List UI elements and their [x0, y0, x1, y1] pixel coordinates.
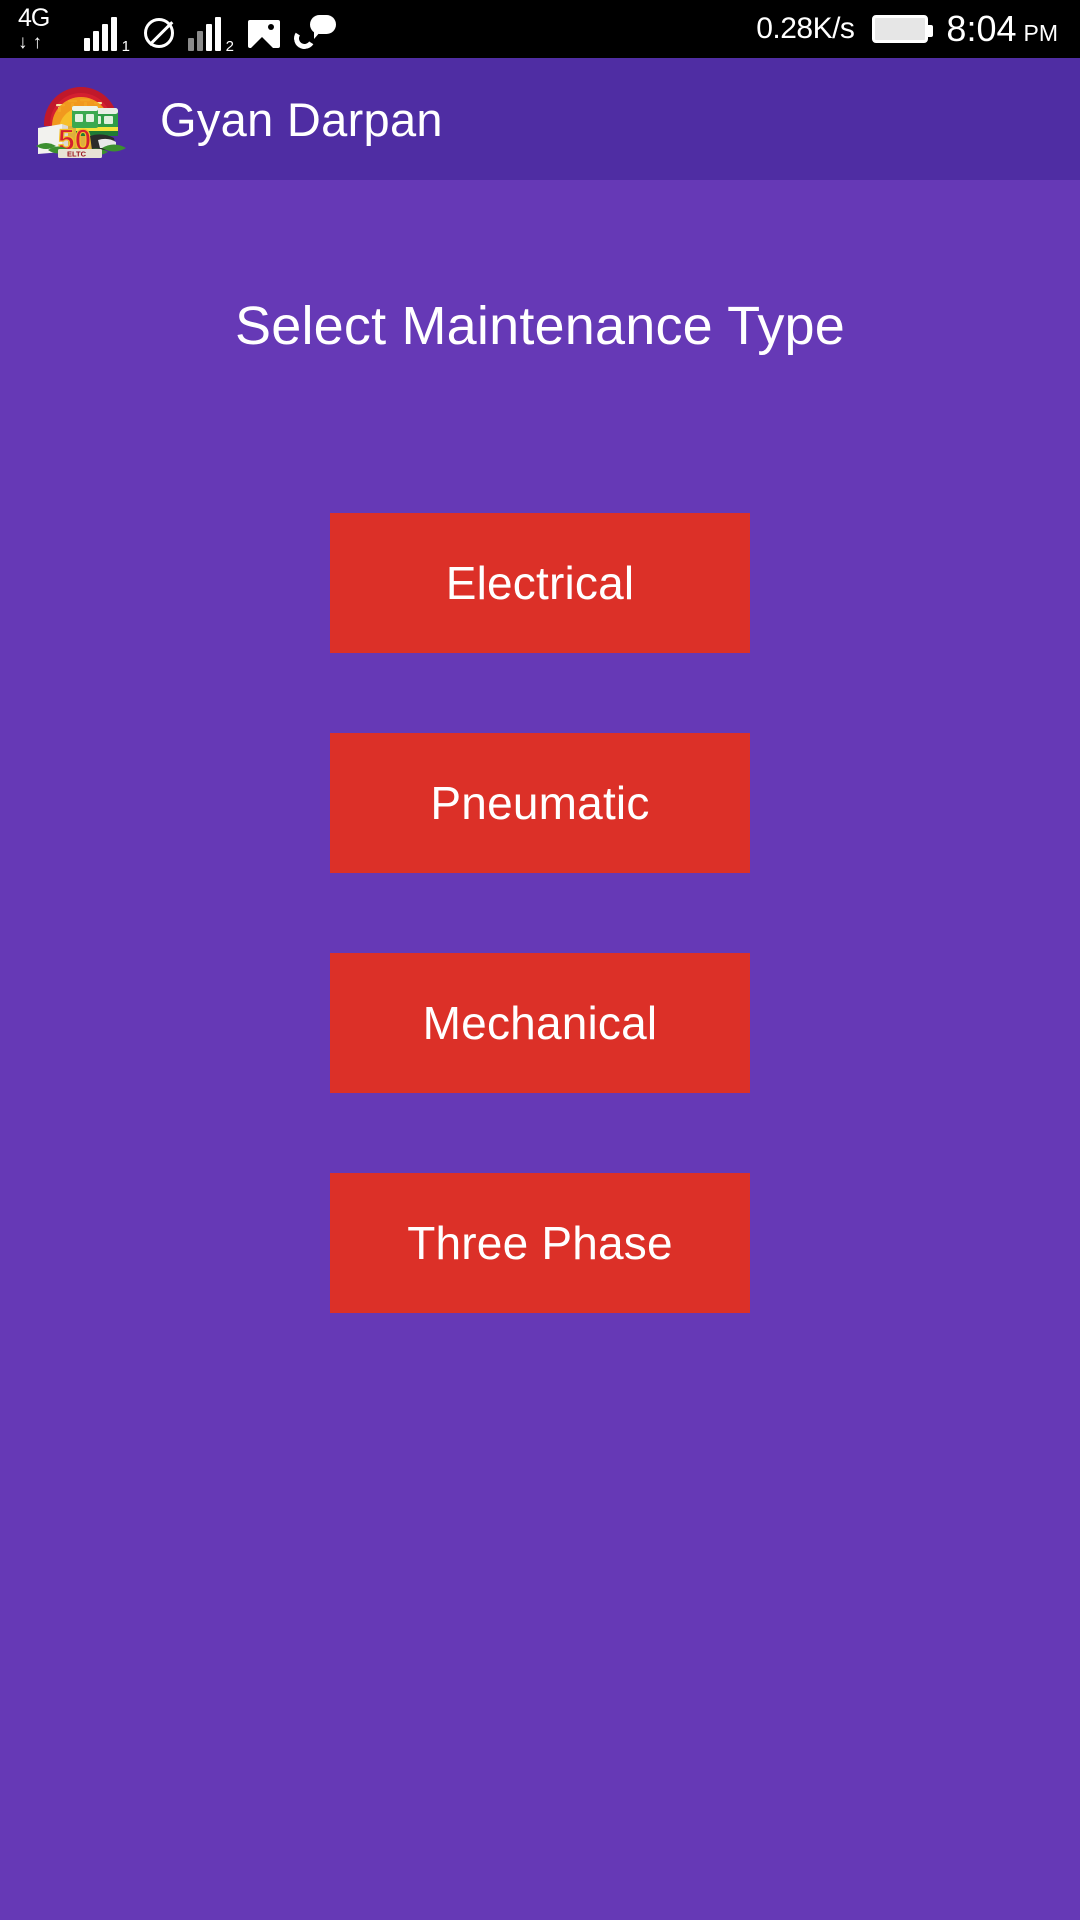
eltc-golden-jubilee-logo: 50 ELTC — [28, 80, 134, 158]
data-transfer-arrows-icon: ↓ ↑ — [18, 32, 43, 53]
network-type-icon: 4G ↓ ↑ — [14, 4, 70, 53]
no-service-icon — [144, 18, 174, 48]
image-icon — [248, 20, 280, 48]
network-speed-label: 0.28K/s — [756, 12, 855, 45]
mechanical-button[interactable]: Mechanical — [330, 953, 750, 1093]
sim1-label: 1 — [121, 38, 130, 55]
signal-bar — [188, 38, 194, 51]
status-bar-right-icons: 0.28K/s 8:04 PM — [756, 8, 1058, 50]
signal-bar — [111, 17, 117, 51]
network-type-label: 4G — [18, 4, 50, 32]
three-phase-button[interactable]: Three Phase — [330, 1173, 750, 1313]
svg-text:ELTC: ELTC — [67, 150, 87, 159]
signal-bar — [206, 24, 212, 51]
maintenance-type-button-list: Electrical Pneumatic Mechanical Three Ph… — [330, 513, 750, 1313]
upload-arrow-icon: ↑ — [32, 32, 43, 53]
main-content: Select Maintenance Type Electrical Pneum… — [0, 180, 1080, 1920]
electrical-button[interactable]: Electrical — [330, 513, 750, 653]
signal-bar — [197, 31, 203, 51]
signal-bar — [215, 17, 221, 51]
page-title: Select Maintenance Type — [235, 296, 845, 356]
download-arrow-icon: ↓ — [18, 32, 28, 53]
status-bar: 4G ↓ ↑ 1 2 0.28K/s 8:04 PM — [0, 0, 1080, 58]
signal-bars-sim2-icon: 2 — [188, 17, 234, 55]
signal-bar — [102, 24, 108, 51]
signal-bar — [84, 38, 90, 51]
speech-bubble-icon — [310, 15, 336, 39]
clock-period: PM — [1023, 20, 1059, 46]
missed-call-icon — [292, 15, 336, 51]
signal-bar — [93, 31, 99, 51]
signal-bars-sim1-icon: 1 — [84, 17, 130, 55]
battery-icon — [872, 15, 934, 43]
status-bar-left-icons: 4G ↓ ↑ 1 2 — [14, 4, 336, 55]
sim2-label: 2 — [225, 38, 234, 55]
app-title: Gyan Darpan — [160, 92, 443, 146]
clock-time: 8:04 — [946, 8, 1017, 49]
app-bar: 50 ELTC Gyan Darpan — [0, 58, 1080, 180]
pneumatic-button[interactable]: Pneumatic — [330, 733, 750, 873]
clock: 8:04 PM — [946, 8, 1058, 50]
